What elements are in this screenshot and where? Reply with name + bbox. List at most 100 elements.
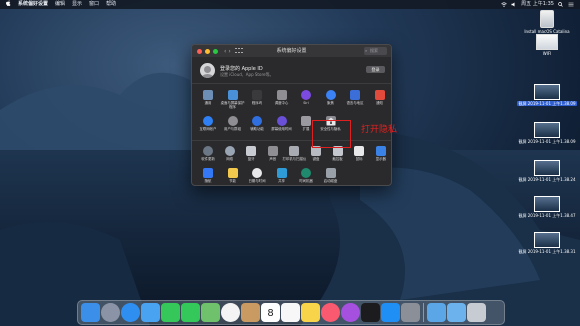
notes-icon[interactable] <box>301 303 320 322</box>
messages-icon[interactable] <box>181 303 200 322</box>
pref-pane-sound[interactable]: 声音 <box>261 146 285 161</box>
pref-pane-mission-control[interactable]: 调度中心 <box>270 90 294 105</box>
tv-icon[interactable] <box>361 303 380 322</box>
pref-pane-label: 日期与时间 <box>248 179 266 183</box>
calendar-icon[interactable]: 8 <box>261 303 280 322</box>
pref-pane-general[interactable]: 通用 <box>196 90 220 105</box>
menu-app-name[interactable]: 系统偏好设置 <box>18 0 48 9</box>
general-icon <box>203 90 213 100</box>
spotlight-search-icon[interactable] <box>558 2 564 7</box>
pref-pane-notifications[interactable]: 通知 <box>368 90 392 105</box>
back-arrow-icon[interactable]: ‹ <box>224 48 226 55</box>
pref-pane-software-update[interactable]: 软件更新 <box>196 146 220 161</box>
pref-pane-label: 共享 <box>278 179 285 183</box>
launchpad-icon[interactable] <box>101 303 120 322</box>
dock: 8 <box>77 300 505 325</box>
internet-accounts-icon <box>203 116 213 126</box>
screenshot-thumbnail-icon <box>534 232 560 248</box>
forward-arrow-icon[interactable]: › <box>228 48 230 55</box>
desktop-file-label: 截屏 2019-11-01 上午1.38.09 <box>518 139 576 144</box>
pref-pane-bluetooth[interactable]: 蓝牙 <box>239 146 263 161</box>
search-field[interactable]: ⌕ 搜索 <box>364 47 387 55</box>
pref-pane-startup-disk[interactable]: 启动磁盘 <box>319 168 343 183</box>
finder-icon[interactable] <box>81 303 100 322</box>
pref-pane-label: 用户与群组 <box>224 127 241 131</box>
podcasts-icon[interactable] <box>341 303 360 322</box>
volume-icon[interactable] <box>511 2 517 7</box>
pref-pane-accessibility[interactable]: 辅助功能 <box>245 116 269 131</box>
trash-icon[interactable] <box>467 303 486 322</box>
pref-pane-sidecar[interactable]: 随航 <box>196 168 220 183</box>
pref-pane-trackpad[interactable]: 触控板 <box>326 146 350 161</box>
sign-in-button[interactable]: 登录 <box>366 66 385 73</box>
pref-pane-date-time[interactable]: 日期与时间 <box>245 168 269 183</box>
desktop-file[interactable]: 截屏 2019-11-01 上午1.38.09 <box>514 84 580 106</box>
screenshot-thumbnail-icon <box>534 84 560 100</box>
mail-icon[interactable] <box>141 303 160 322</box>
pref-pane-label: 桌面与屏幕保护程序 <box>220 101 245 109</box>
pref-pane-energy-saver[interactable]: 节能 <box>221 168 245 183</box>
pref-pane-language[interactable]: 语言与地区 <box>343 90 367 105</box>
desktop-file-label: WIFI <box>542 51 552 56</box>
close-button[interactable] <box>197 48 202 54</box>
show-all-grid-icon[interactable] <box>234 48 243 54</box>
annotation-highlight-box <box>312 120 351 148</box>
time-machine-icon <box>301 168 311 178</box>
zoom-button[interactable] <box>213 48 218 54</box>
minimize-button[interactable] <box>205 48 210 54</box>
pref-pane-users[interactable]: 用户与群组 <box>221 116 245 131</box>
desktop-file[interactable]: Install macOS Catalina <box>514 10 580 34</box>
desktop-file[interactable]: WIFI <box>514 34 580 56</box>
sidecar-icon <box>203 168 213 178</box>
installer-drive-icon <box>540 10 554 28</box>
pref-pane-internet-accounts[interactable]: 互联网帐户 <box>196 116 220 131</box>
wifi-icon[interactable] <box>501 2 507 7</box>
avatar[interactable] <box>200 63 215 78</box>
desktop-file[interactable]: 截屏 2019-11-01 上午1.38.09 <box>514 122 580 144</box>
apple-menu-icon[interactable] <box>6 0 12 9</box>
menu-help[interactable]: 帮助 <box>106 0 116 9</box>
language-icon <box>350 90 360 100</box>
music-icon[interactable] <box>321 303 340 322</box>
desktop-file-label: 截屏 2019-11-01 上午1.38.09 <box>517 101 577 106</box>
menu-edit[interactable]: 编辑 <box>55 0 65 9</box>
pref-pane-screen-time[interactable]: 屏幕使用时间 <box>270 116 294 131</box>
menu-window[interactable]: 窗口 <box>89 0 99 9</box>
safari-icon[interactable] <box>121 303 140 322</box>
pref-pane-label: 通用 <box>204 101 212 105</box>
desktop-file[interactable]: 截屏 2019-11-01 上午1.38.31 <box>514 232 580 254</box>
contacts-icon[interactable] <box>241 303 260 322</box>
photos-icon[interactable] <box>221 303 240 322</box>
apple-id-subtitle: 设置 iCloud、App Store等。 <box>220 72 274 77</box>
documents-folder-icon[interactable] <box>447 303 466 322</box>
facetime-icon[interactable] <box>161 303 180 322</box>
pref-pane-siri[interactable]: Siri <box>294 90 318 105</box>
pref-pane-dock[interactable]: 程序坞 <box>245 90 269 105</box>
pref-pane-spotlight[interactable]: 聚焦 <box>319 90 343 105</box>
pref-pane-printers[interactable]: 打印机与扫描仪 <box>282 146 306 161</box>
maps-icon[interactable] <box>201 303 220 322</box>
pref-pane-sharing[interactable]: 共享 <box>270 168 294 183</box>
pref-pane-keyboard[interactable]: 键盘 <box>304 146 328 161</box>
pref-pane-label: 网络 <box>226 157 233 161</box>
app-store-icon[interactable] <box>381 303 400 322</box>
pref-pane-mouse[interactable]: 鼠标 <box>347 146 371 161</box>
desktop-file[interactable]: 截屏 2019-11-01 上午1.38.47 <box>514 196 580 218</box>
menu-view[interactable]: 显示 <box>72 0 82 9</box>
pref-pane-displays[interactable]: 显示器 <box>369 146 391 161</box>
desktop-file-label: 截屏 2019-11-01 上午1.38.47 <box>518 213 576 218</box>
pref-pane-network[interactable]: 网络 <box>218 146 242 161</box>
pref-pane-desktop[interactable]: 桌面与屏幕保护程序 <box>221 90 245 109</box>
pref-pane-label: 启动磁盘 <box>323 179 338 183</box>
pref-pane-label: 节能 <box>229 179 236 183</box>
calendar-day: 8 <box>267 308 274 319</box>
reminders-icon[interactable] <box>281 303 300 322</box>
desktop-file-label: 截屏 2019-11-01 上午1.38.24 <box>518 177 576 182</box>
screenshot-thumbnail-icon <box>534 160 560 176</box>
desktop-file[interactable]: 截屏 2019-11-01 上午1.38.24 <box>514 160 580 182</box>
menu-clock[interactable]: 周五 上午1:35 <box>521 0 554 9</box>
system-preferences-icon[interactable] <box>401 303 420 322</box>
control-list-icon[interactable] <box>568 2 574 7</box>
pref-pane-time-machine[interactable]: 时间机器 <box>294 168 318 183</box>
downloads-folder-icon[interactable] <box>427 303 446 322</box>
